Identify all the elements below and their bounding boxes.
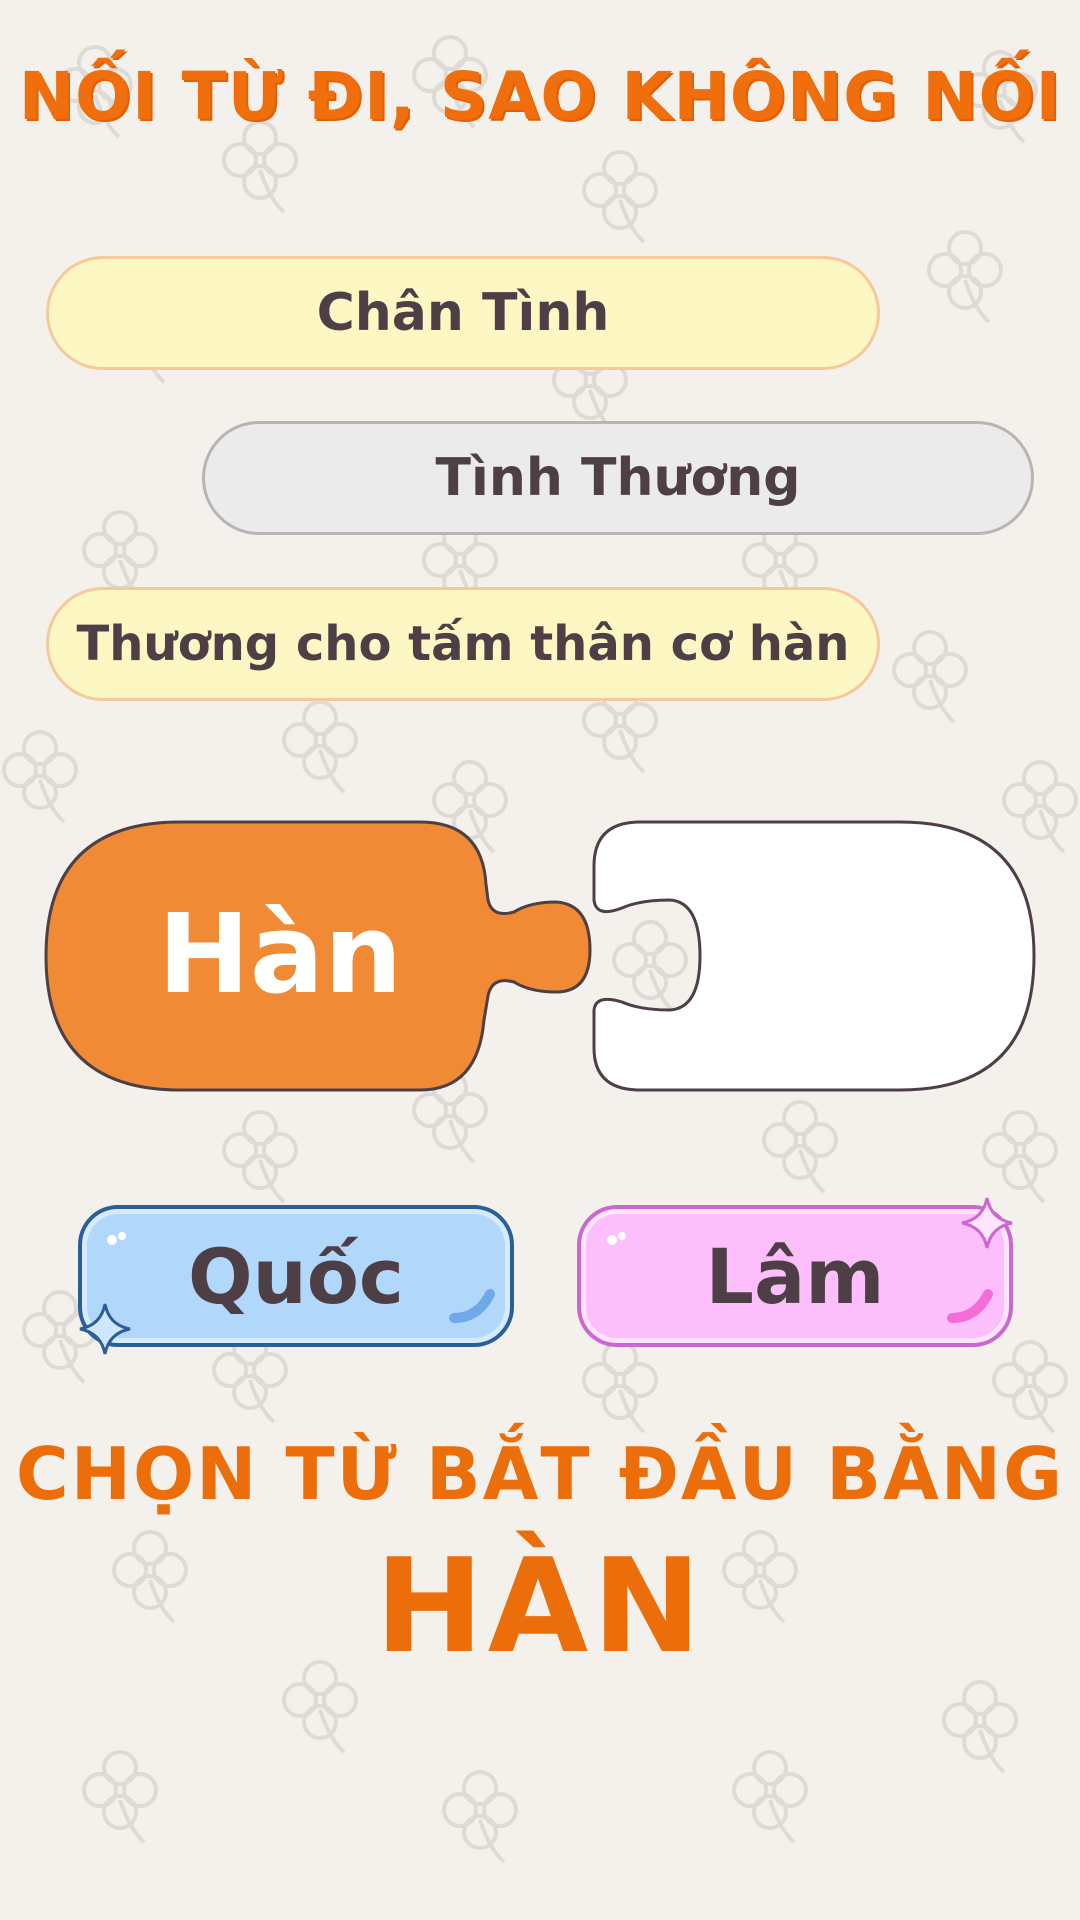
shine-icon xyxy=(607,1232,626,1245)
shine-icon xyxy=(107,1232,126,1245)
shine-icon xyxy=(947,1289,993,1323)
current-word-label: Hàn xyxy=(157,890,403,1018)
choice-quoc-label: Quốc xyxy=(188,1231,404,1321)
choice-lam-label: Lâm xyxy=(705,1231,885,1321)
sparkle-icon xyxy=(79,1303,131,1355)
target-word: HÀN xyxy=(374,1530,706,1682)
sparkle-icon xyxy=(961,1197,1013,1249)
shine-icon xyxy=(449,1289,495,1323)
instruction-text: CHỌN TỪ BẮT ĐẦU BẰNG xyxy=(15,1432,1065,1516)
answer-slot-label xyxy=(600,888,1030,1020)
